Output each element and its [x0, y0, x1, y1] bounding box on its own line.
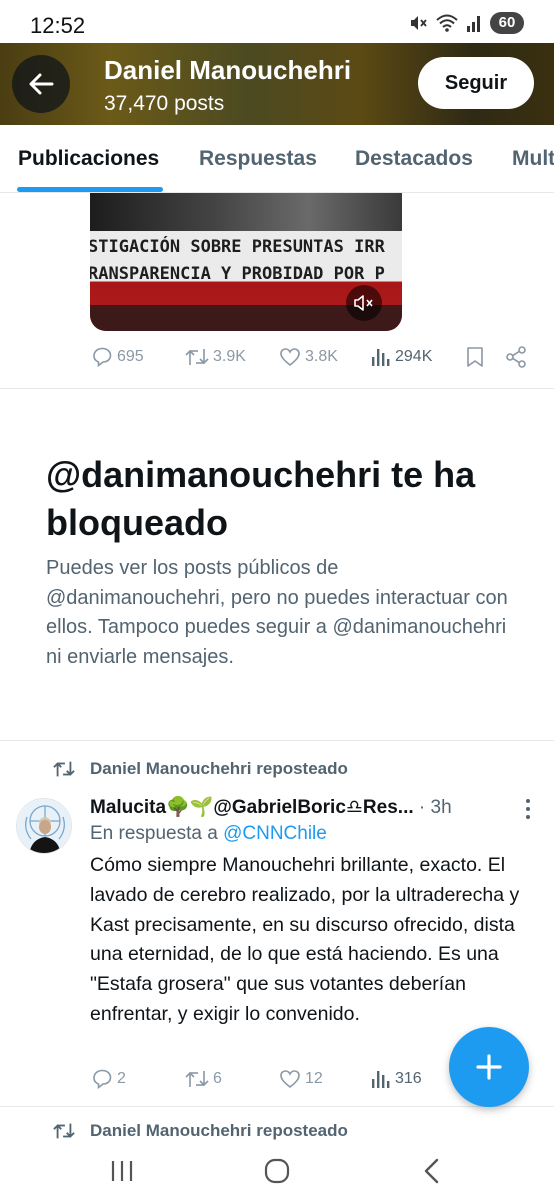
divider	[0, 388, 554, 389]
recent-apps-button[interactable]	[102, 1154, 142, 1188]
more-vertical-icon	[526, 799, 530, 819]
home-button[interactable]	[257, 1154, 297, 1188]
avatar-image	[17, 799, 71, 853]
tab-multimedia[interactable]: Mult	[512, 147, 554, 171]
tweet-actions: 695 3.9K 3.8K 294K	[90, 345, 530, 371]
reply-count: 695	[117, 348, 144, 365]
repost-button[interactable]: 3.9K	[184, 345, 246, 369]
like-button[interactable]: 12	[278, 1067, 323, 1091]
repost-button[interactable]: 6	[184, 1067, 222, 1091]
heart-icon	[280, 348, 300, 367]
plus-icon	[476, 1054, 502, 1080]
repost-icon	[185, 1071, 209, 1087]
divider	[0, 1106, 554, 1107]
follow-button[interactable]: Seguir	[418, 57, 534, 109]
reply-icon	[93, 1069, 112, 1090]
video-caption-line-1: STIGACIÓN SOBRE PRESUNTAS IRR	[90, 237, 385, 257]
reply-prefix: En respuesta a	[90, 823, 218, 844]
views-button[interactable]: 294K	[370, 345, 432, 369]
profile-post-count: 37,470 posts	[104, 92, 225, 115]
repost-icon	[53, 761, 75, 777]
like-count: 3.8K	[305, 348, 338, 365]
repost-count: 6	[213, 1070, 222, 1087]
bookmark-icon	[467, 347, 483, 367]
tweet-text: Cómo siempre Manouchehri brillante, exac…	[90, 854, 520, 1025]
repost-label[interactable]: Daniel Manouchehri reposteado	[90, 1121, 348, 1141]
blocked-description: Puedes ver los posts públicos de @danima…	[46, 557, 508, 668]
video-scene	[90, 193, 402, 231]
repost-indicator-next: Daniel Manouchehri reposteado	[52, 1120, 348, 1142]
repost-label[interactable]: Daniel Manouchehri reposteado	[90, 759, 348, 779]
status-bar: 12:52 60	[0, 0, 554, 48]
repost-count: 3.9K	[213, 348, 246, 365]
reply-button[interactable]: 695	[90, 345, 144, 369]
volume-mute-icon	[354, 295, 373, 311]
tab-respuestas[interactable]: Respuestas	[199, 147, 317, 171]
bookmark-button[interactable]	[464, 345, 486, 369]
views-count: 316	[395, 1070, 422, 1087]
status-time: 12:52	[30, 13, 86, 38]
like-button[interactable]: 3.8K	[278, 345, 338, 369]
tab-publicaciones[interactable]: Publicaciones	[18, 147, 159, 171]
tweet-header: Malucita🌳🌱@GabrielBoric♎Res... · 3h	[90, 795, 510, 821]
arrow-left-icon	[29, 73, 54, 95]
reply-context: En respuesta a @CNNChile	[90, 823, 327, 845]
active-tab-indicator	[17, 187, 163, 192]
back-nav-button[interactable]	[412, 1154, 452, 1188]
heart-icon	[280, 1070, 300, 1089]
compose-button[interactable]	[449, 1027, 529, 1107]
views-icon	[372, 1071, 390, 1088]
system-nav-bar	[0, 1140, 554, 1200]
recent-apps-icon	[111, 1161, 133, 1181]
tweet-author-name[interactable]: Malucita🌳🌱@GabrielBoric♎Res...	[90, 797, 414, 818]
divider	[0, 740, 554, 741]
profile-header: Daniel Manouchehri 37,470 posts Seguir	[0, 43, 554, 125]
repost-indicator: Daniel Manouchehri reposteado	[52, 756, 348, 782]
reply-count: 2	[117, 1070, 126, 1087]
mute-status-icon	[411, 16, 427, 30]
share-icon	[506, 346, 526, 368]
battery-icon: 60	[490, 12, 524, 34]
status-icons: 60	[408, 12, 524, 34]
repost-icon	[53, 1123, 75, 1139]
mute-button[interactable]	[346, 285, 382, 321]
tab-destacados[interactable]: Destacados	[355, 147, 473, 171]
reply-button[interactable]: 2	[90, 1067, 126, 1091]
like-count: 12	[305, 1070, 323, 1087]
reply-icon	[93, 347, 112, 368]
profile-name: Daniel Manouchehri	[104, 55, 352, 85]
avatar[interactable]	[16, 798, 72, 854]
back-button[interactable]	[12, 55, 70, 113]
more-options-button[interactable]	[518, 797, 538, 821]
share-button[interactable]	[504, 345, 528, 369]
tweet-time[interactable]: · 3h	[419, 797, 452, 818]
views-icon	[372, 349, 390, 366]
reply-handle[interactable]: @CNNChile	[223, 823, 327, 844]
video-player[interactable]: STIGACIÓN SOBRE PRESUNTAS IRR RANSPARENC…	[90, 193, 402, 331]
views-button[interactable]: 316	[370, 1067, 422, 1091]
repost-icon	[185, 349, 209, 365]
blocked-title: @danimanouchehri te ha bloqueado	[46, 454, 476, 543]
signal-icon	[467, 16, 480, 32]
back-chevron-icon	[424, 1158, 439, 1184]
wifi-icon	[436, 14, 458, 32]
home-icon	[264, 1158, 290, 1184]
profile-tabs: Publicaciones Respuestas Destacados Mult	[0, 125, 554, 193]
video-caption-line-2: RANSPARENCIA Y PROBIDAD POR P	[90, 264, 385, 284]
views-count: 294K	[395, 348, 433, 365]
